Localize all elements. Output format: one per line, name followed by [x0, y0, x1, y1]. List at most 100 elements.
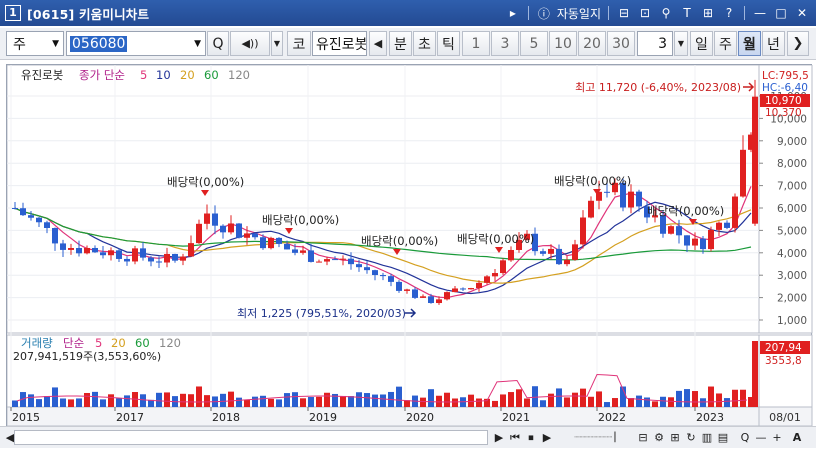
period-minute-button[interactable]: 분	[389, 31, 412, 56]
grid-icon[interactable]: ⊞	[700, 5, 716, 21]
speaker-button[interactable]: ◀))	[230, 31, 270, 56]
settings-icon[interactable]: ⊟	[636, 430, 650, 445]
horizontal-scrollbar[interactable]	[14, 430, 488, 445]
hc-label: HC:-6,40	[762, 82, 808, 94]
current-price-label: 10,970	[765, 95, 802, 107]
play-button[interactable]: ▶	[492, 430, 506, 445]
zoom-slider[interactable]: ┈┈┈┈┈┈┈┃	[560, 430, 632, 445]
separator	[608, 6, 609, 20]
volume-bar	[180, 393, 186, 407]
text-icon[interactable]: T	[679, 5, 695, 21]
gear-icon[interactable]: ⚙	[652, 430, 666, 445]
list-icon[interactable]: ▤	[716, 430, 730, 445]
stock-name-field[interactable]: 유진로봇	[312, 31, 367, 56]
search-button[interactable]: Q	[207, 31, 229, 56]
volume-bar	[356, 392, 362, 407]
next-button[interactable]: ❯	[787, 31, 809, 56]
minimize-icon[interactable]: —	[752, 5, 768, 21]
speaker-icon: ◀))	[241, 37, 259, 50]
interval-20-button[interactable]: 20	[578, 31, 606, 56]
chart-icon[interactable]: ▥	[700, 430, 714, 445]
volume-bar	[12, 400, 18, 407]
rewind-button[interactable]: ⏮	[508, 430, 522, 445]
candle-body	[604, 191, 610, 193]
kodex-label: 코	[292, 36, 306, 53]
volume-bar	[732, 389, 738, 407]
candle-body	[460, 288, 466, 290]
window-number[interactable]: 1	[5, 5, 21, 21]
candle-body	[20, 208, 26, 216]
candle-body	[116, 250, 122, 259]
volume-bar	[596, 391, 602, 407]
candle-body	[260, 237, 266, 249]
period-tick-button[interactable]: 틱	[437, 31, 460, 56]
code-input[interactable]: 056080 ▼	[66, 31, 206, 56]
kodex-button[interactable]: 코	[287, 31, 311, 56]
volume-bar	[292, 392, 298, 407]
y-tick-label: 5,000	[777, 225, 807, 237]
volume-bar	[572, 392, 578, 407]
prev-button[interactable]: ◀	[369, 31, 387, 56]
volume-bar	[684, 389, 690, 407]
unit-day-button[interactable]: 일	[690, 31, 713, 56]
period-second-button[interactable]: 초	[413, 31, 436, 56]
candle-body	[500, 260, 506, 274]
interval-3-button[interactable]: 3	[491, 31, 519, 56]
interval-1-button[interactable]: 1	[462, 31, 490, 56]
stop-button[interactable]: ⏹	[524, 430, 538, 445]
candle-body	[556, 248, 562, 265]
x-tick-label: 2019	[309, 411, 337, 424]
volume-bar	[188, 394, 194, 407]
pin-icon[interactable]: ⚲	[658, 5, 674, 21]
prev-price-label: 10,370	[765, 107, 802, 119]
auto-scale-button[interactable]: A	[788, 430, 806, 445]
chart-area[interactable]: 11,00010,0009,0008,0007,0006,0005,0004,0…	[6, 64, 813, 427]
unit-week-button[interactable]: 주	[714, 31, 737, 56]
dividend-label: 배당락(0,00%)	[457, 232, 534, 246]
count-dropdown[interactable]: ▼	[674, 31, 688, 56]
auto-day-label[interactable]: 자동일지	[557, 5, 601, 22]
info-icon[interactable]: ⓘ	[536, 5, 552, 21]
count-input[interactable]: 3	[637, 31, 673, 56]
interval-30-button[interactable]: 30	[607, 31, 635, 56]
help-icon[interactable]: ?	[721, 5, 737, 21]
stop-icon: ⏹	[528, 430, 534, 444]
unit-year-button[interactable]: 년	[762, 31, 785, 56]
forward-button[interactable]: ▶	[540, 430, 554, 445]
x-tick-label: 2022	[598, 411, 626, 424]
y-tick-label: 7,000	[777, 181, 807, 193]
volume-bar	[252, 396, 258, 407]
grid-icon[interactable]: ⊞	[668, 430, 682, 445]
volume-bar	[708, 386, 714, 407]
market-select[interactable]: 주 ▼	[6, 31, 64, 56]
interval-5-button[interactable]: 5	[520, 31, 548, 56]
volume-bar	[580, 388, 586, 407]
market-value: 주	[13, 36, 26, 53]
candle-body	[28, 215, 34, 218]
interval-10-button[interactable]: 10	[549, 31, 577, 56]
volume-bar	[44, 396, 50, 407]
window-title: [0615] 키움미니차트	[27, 6, 150, 22]
candle-body	[236, 223, 242, 238]
speaker-dropdown[interactable]: ▼	[271, 31, 283, 56]
refresh-icon[interactable]: ↻	[684, 430, 698, 445]
play-arrow-icon[interactable]: ▸	[505, 5, 521, 21]
layout-icon[interactable]: ⊟	[616, 5, 632, 21]
volume-bar	[604, 402, 610, 407]
candle-body	[380, 275, 386, 277]
candle-body	[156, 261, 162, 263]
window-icon[interactable]: ⊡	[637, 5, 653, 21]
volume-bar	[436, 395, 442, 407]
candle-body	[452, 288, 458, 293]
x-tick-label: 2018	[212, 411, 240, 424]
dividend-label: 배당락(0,00%)	[262, 213, 339, 227]
zoom-out-button[interactable]: —	[754, 430, 768, 445]
close-icon[interactable]: ✕	[794, 5, 810, 21]
unit-month-button[interactable]: 월	[738, 31, 761, 56]
zoom-icon[interactable]: Q	[738, 430, 752, 445]
zoom-in-button[interactable]: +	[770, 430, 784, 445]
candle-body	[724, 222, 730, 228]
volume-bar	[348, 396, 354, 407]
maximize-icon[interactable]: □	[773, 5, 789, 21]
volume-bar	[452, 398, 458, 407]
